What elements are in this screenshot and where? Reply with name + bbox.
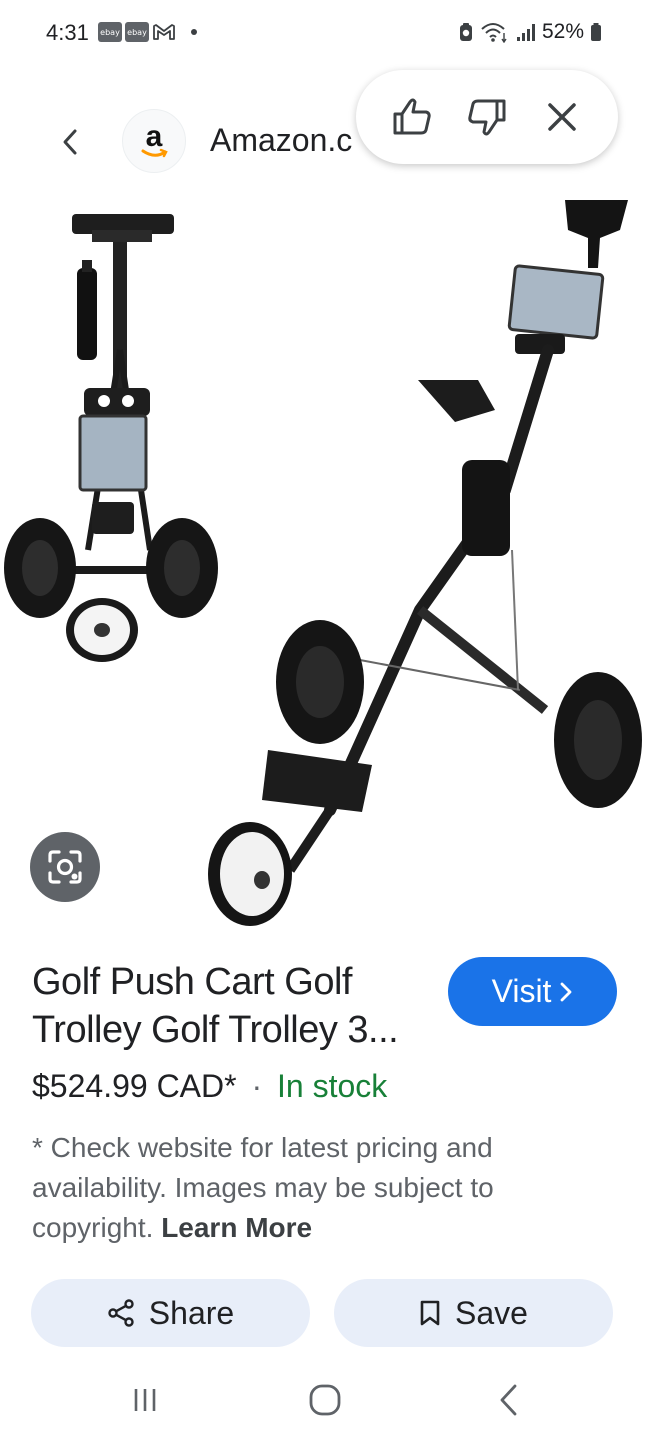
- battery-percent: 52%: [541, 20, 584, 43]
- more-notifications-dot: [191, 29, 197, 35]
- chevron-right-icon: [561, 982, 572, 1001]
- status-time: 4:31: [46, 20, 89, 45]
- price-separator: ·: [251, 1068, 263, 1104]
- home-icon: [309, 1384, 341, 1416]
- ebay-notification-icon: ebay: [125, 22, 149, 42]
- thumbs-down-icon: [468, 99, 506, 136]
- battery-icon: [591, 23, 601, 41]
- nav-back-button[interactable]: [484, 1380, 534, 1420]
- back-arrow-icon: [500, 1384, 517, 1416]
- golf-cart-image: [4, 200, 642, 926]
- status-right: 52%: [458, 20, 602, 44]
- thumbs-up-button[interactable]: [384, 89, 440, 145]
- site-favicon[interactable]: a: [122, 109, 186, 173]
- bookmark-icon: [420, 1300, 440, 1326]
- save-label: Save: [455, 1294, 528, 1331]
- price: $524.99 CAD*: [32, 1068, 237, 1104]
- price-row: $524.99 CAD* · In stock: [32, 1068, 387, 1105]
- wifi-icon: [481, 23, 507, 43]
- system-nav-bar: [0, 1360, 648, 1440]
- close-button[interactable]: [534, 89, 590, 145]
- share-icon: [108, 1299, 134, 1327]
- lens-button[interactable]: [30, 832, 100, 902]
- share-button[interactable]: Share: [31, 1279, 310, 1347]
- stock-status: In stock: [277, 1068, 388, 1104]
- notification-icons: ebay ebay: [98, 22, 197, 42]
- site-name[interactable]: Amazon.c: [210, 122, 370, 159]
- thumbs-up-icon: [393, 98, 431, 135]
- lens-icon: [48, 850, 82, 884]
- home-button[interactable]: [300, 1380, 350, 1420]
- thumbs-down-button[interactable]: [459, 89, 515, 145]
- close-icon: [548, 103, 577, 131]
- product-title[interactable]: Golf Push Cart Golf Trolley Golf Trolley…: [32, 958, 432, 1054]
- battery-saver-icon: [459, 23, 472, 41]
- visit-label: Visit: [491, 973, 552, 1009]
- chevron-left-icon: [63, 129, 77, 155]
- gmail-icon: [153, 24, 175, 40]
- product-image[interactable]: [0, 190, 648, 930]
- share-label: Share: [148, 1294, 235, 1331]
- status-bar: 4:31 ebay ebay 52%: [0, 0, 648, 70]
- golf-cart-side-view: [208, 200, 642, 926]
- recent-apps-button[interactable]: [120, 1380, 170, 1420]
- amazon-smile-icon: [141, 148, 168, 158]
- back-button[interactable]: [50, 120, 90, 164]
- visit-button[interactable]: Visit: [448, 957, 617, 1026]
- golf-cart-front-view: [4, 214, 218, 662]
- disclaimer: * Check website for latest pricing and a…: [32, 1128, 592, 1248]
- ebay-notification-icon: ebay: [98, 22, 122, 42]
- feedback-pill: [356, 70, 618, 164]
- signal-icon: [516, 24, 535, 41]
- recent-apps-icon: [134, 1389, 156, 1411]
- learn-more-link[interactable]: Learn More: [161, 1212, 312, 1243]
- save-button[interactable]: Save: [334, 1279, 613, 1347]
